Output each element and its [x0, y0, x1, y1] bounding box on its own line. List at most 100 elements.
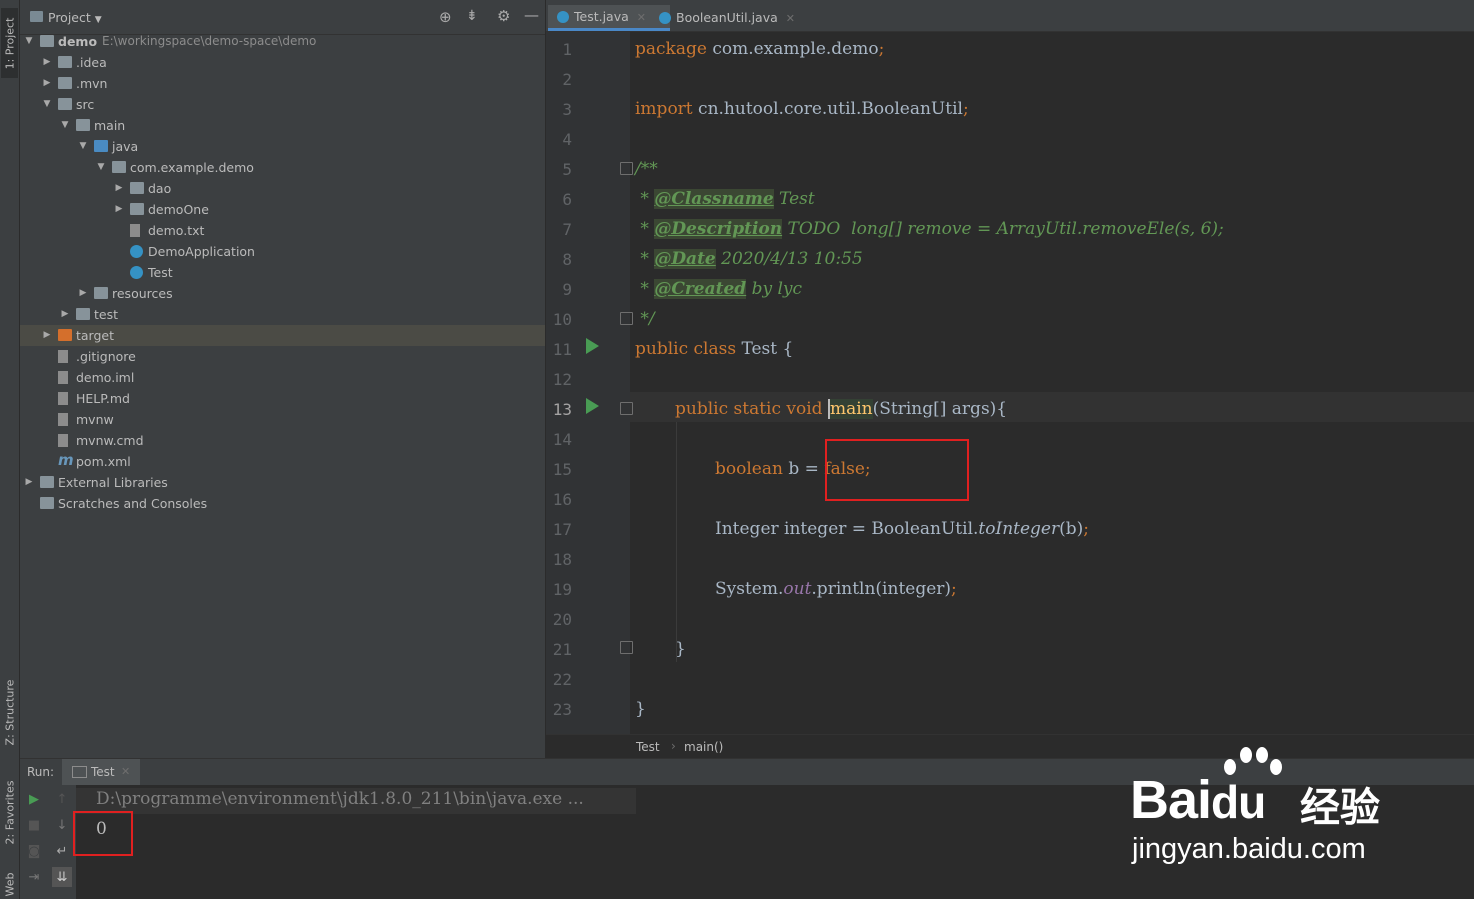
stop-icon[interactable]: ■	[26, 817, 42, 833]
tree-item-label: demo.txt	[148, 223, 205, 238]
tree-item-demoone[interactable]: ▶ demoOne	[20, 199, 545, 220]
tree-item-src[interactable]: ▼ src	[20, 94, 545, 115]
fold-icon[interactable]	[620, 162, 633, 175]
tree-item-demo-iml[interactable]: demo.iml	[20, 367, 545, 388]
line-number: 23	[552, 700, 572, 719]
tree-item-dao[interactable]: ▶ dao	[20, 178, 545, 199]
tree-item-label: External Libraries	[58, 475, 168, 490]
run-tab-test[interactable]: Test ✕	[62, 759, 140, 785]
tree-item-mvnw[interactable]: mvnw	[20, 409, 545, 430]
code-text: (String[] args){	[872, 399, 1008, 419]
chevron-right-icon[interactable]: ▶	[60, 304, 70, 325]
tree-item-label: .idea	[76, 55, 107, 70]
down-arrow-icon[interactable]: ↓	[54, 817, 70, 833]
tree-item-scratches-and-consoles[interactable]: Scratches and Consoles	[20, 493, 545, 514]
chevron-down-icon[interactable]: ▼	[60, 115, 70, 136]
chevron-right-icon[interactable]: ▶	[114, 199, 124, 220]
doc-text: Test	[773, 189, 815, 209]
tree-item-demo[interactable]: ▼ demo E:\workingspace\demo-space\demo	[20, 31, 545, 52]
code-editor[interactable]	[546, 32, 1474, 734]
fold-icon[interactable]	[620, 641, 633, 654]
chevron-right-icon[interactable]: ▶	[42, 52, 52, 73]
chevron-right-icon[interactable]: ▶	[114, 178, 124, 199]
hide-panel-icon[interactable]: —	[524, 6, 539, 24]
tree-item-help-md[interactable]: HELP.md	[20, 388, 545, 409]
tree-item-gitignore[interactable]: .gitignore	[20, 346, 545, 367]
project-tool-tab[interactable]: 1: Project	[1, 8, 18, 78]
web-tool-tab[interactable]: Web	[1, 870, 18, 898]
up-arrow-icon[interactable]: ↑	[54, 791, 70, 807]
breadcrumb-method[interactable]: main()	[684, 740, 723, 754]
indent-guide	[676, 422, 677, 662]
close-icon[interactable]: ✕	[121, 765, 130, 778]
tree-item-label: demo.iml	[76, 370, 135, 385]
tree-item-java[interactable]: ▼ java	[20, 136, 545, 157]
chevron-down-icon[interactable]: ▼	[24, 31, 34, 52]
favorites-tool-tab[interactable]: 2: Favorites	[1, 772, 18, 852]
tree-item-com-example-demo[interactable]: ▼ com.example.demo	[20, 157, 545, 178]
folder-icon	[58, 56, 72, 68]
line-number: 3	[562, 100, 572, 119]
highlight-box	[825, 439, 969, 501]
paw-icon	[1222, 745, 1282, 785]
collapse-all-icon[interactable]: ⇟	[466, 8, 478, 24]
line-number: 11	[552, 340, 572, 359]
tree-item-label: java	[112, 139, 139, 154]
gear-icon[interactable]: ⚙	[497, 7, 510, 25]
tree-item-external-libraries[interactable]: ▶ External Libraries	[20, 472, 545, 493]
line-number: 10	[552, 310, 572, 329]
favorites-tool-tab-label: 2: Favorites	[3, 780, 17, 844]
tree-item-resources[interactable]: ▶ resources	[20, 283, 545, 304]
line-number: 1	[562, 40, 572, 59]
close-icon[interactable]: ✕	[637, 11, 646, 24]
semicolon: ;	[951, 579, 957, 599]
chevron-down-icon[interactable]: ▼	[78, 136, 88, 157]
tree-item-main[interactable]: ▼ main	[20, 115, 545, 136]
chevron-down-icon[interactable]: ▼	[96, 157, 106, 178]
run-main-icon[interactable]	[586, 398, 599, 414]
project-panel: Project ▼ ⊕ ⇟ ⚙ — ▼ demo E:\workingspace\d…	[20, 0, 545, 758]
chevron-down-icon[interactable]: ▼	[42, 94, 52, 115]
console-icon	[72, 766, 87, 778]
project-view-selector[interactable]: Project ▼	[48, 10, 102, 25]
tree-item-test[interactable]: ▶ test	[20, 304, 545, 325]
tree-item-mvnw-cmd[interactable]: mvnw.cmd	[20, 430, 545, 451]
line-number: 22	[552, 670, 572, 689]
breadcrumb-class[interactable]: Test	[636, 740, 660, 754]
close-icon[interactable]: ✕	[786, 12, 795, 25]
code-text: cn.hutool.core.util.BooleanUtil	[692, 99, 963, 119]
chevron-right-icon[interactable]: ▶	[42, 73, 52, 94]
scroll-to-end-icon[interactable]: ⇊	[52, 867, 72, 887]
tree-item-pom-xml[interactable]: m pom.xml	[20, 451, 545, 472]
tree-item-test[interactable]: Test	[20, 262, 545, 283]
tree-item-demo-txt[interactable]: demo.txt	[20, 220, 545, 241]
run-class-icon[interactable]	[586, 338, 599, 354]
structure-tool-tab[interactable]: Z: Structure	[1, 672, 18, 752]
tree-item-mvn[interactable]: ▶ .mvn	[20, 73, 545, 94]
tab-booleanutil-java[interactable]: BooleanUtil.java ✕	[650, 5, 812, 31]
chevron-right-icon[interactable]: ▶	[42, 325, 52, 346]
line-number: 17	[552, 520, 572, 539]
structure-tool-tab-label: Z: Structure	[3, 679, 17, 745]
semicolon: ;	[878, 39, 885, 59]
chevron-right-icon[interactable]: ▶	[78, 283, 88, 304]
rerun-icon[interactable]: ▶	[26, 791, 42, 807]
tab-label: BooleanUtil.java	[676, 10, 778, 25]
camera-icon[interactable]: ◙	[26, 843, 42, 859]
fold-icon[interactable]	[620, 402, 633, 415]
code-line-23: }	[635, 699, 646, 719]
doc-tag: @Created	[654, 279, 747, 299]
exit-icon[interactable]: ⇥	[26, 869, 42, 885]
source-folder-icon	[94, 140, 108, 152]
locate-icon[interactable]: ⊕	[439, 8, 452, 26]
code-line-19: System.out.println(integer);	[715, 574, 957, 604]
tree-item-target[interactable]: ▶ target	[20, 325, 545, 346]
tree-item-idea[interactable]: ▶ .idea	[20, 52, 545, 73]
fold-icon[interactable]	[620, 312, 633, 325]
soft-wrap-icon[interactable]: ↵	[54, 843, 70, 859]
doc-tag: @Classname	[654, 189, 774, 209]
tree-item-demoapplication[interactable]: DemoApplication	[20, 241, 545, 262]
chevron-right-icon[interactable]: ▶	[24, 472, 34, 493]
tree-item-label: .mvn	[76, 76, 108, 91]
method-name: main	[827, 399, 873, 419]
